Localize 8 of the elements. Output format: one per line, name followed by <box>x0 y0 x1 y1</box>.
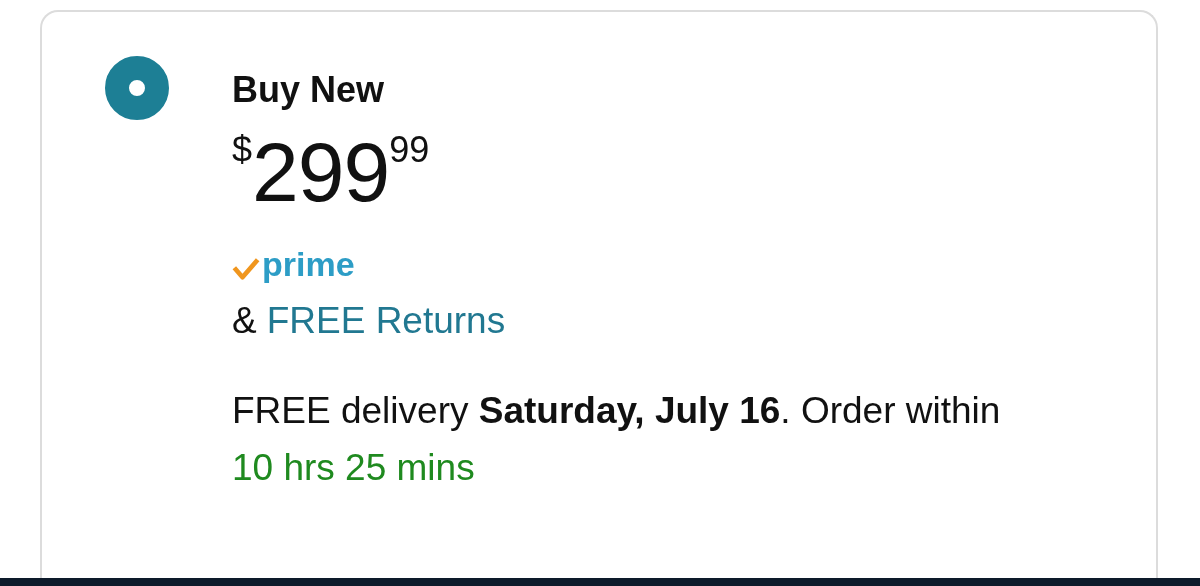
check-icon <box>232 257 260 281</box>
option-label: Buy New <box>232 68 386 112</box>
countdown-text: 10 hrs 25 mins <box>232 447 475 488</box>
delivery-text: FREE delivery Saturday, July 16. Order within 10 hrs 25 mins <box>232 389 1002 490</box>
prime-logo: prime <box>262 244 355 284</box>
returns-link[interactable]: FREE Returns <box>266 298 506 344</box>
ampersand-text: & <box>232 299 257 343</box>
radio-button[interactable] <box>105 56 169 120</box>
